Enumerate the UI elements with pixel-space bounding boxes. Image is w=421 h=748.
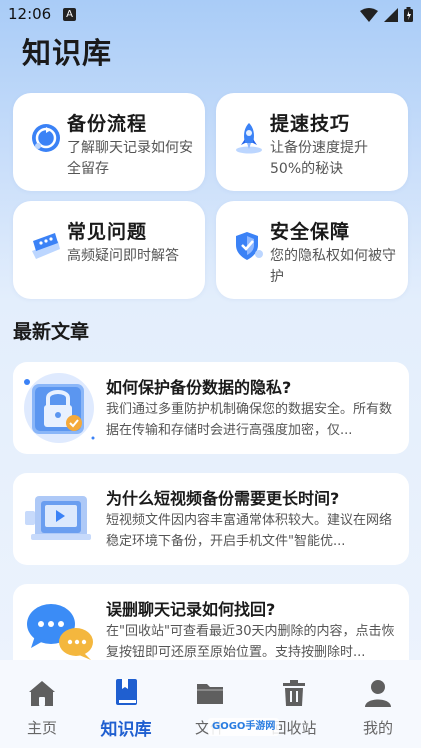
page-title: 知识库	[22, 36, 113, 70]
folder-icon	[197, 684, 223, 704]
article-title: 如何保护备份数据的隐私?	[106, 378, 292, 397]
book-icon	[116, 679, 137, 705]
tab-label: 知识库	[100, 720, 152, 740]
card-title: 常见问题	[67, 221, 148, 243]
notification-a-icon: A	[63, 8, 76, 21]
shield-icon	[236, 232, 263, 260]
card-title: 提速技巧	[270, 113, 351, 135]
card-backup-process[interactable]: 备份流程 了解聊天记录如何安全留存	[13, 93, 205, 191]
system-icons	[360, 7, 413, 22]
bottom-tab-bar: 主页 知识库 文件 回收站 我的 GOGO手游网	[0, 660, 421, 748]
tab-label: 主页	[26, 719, 57, 737]
trash-icon	[283, 680, 305, 706]
chat-bubble-icon	[32, 233, 60, 259]
tab-label: 我的	[362, 719, 393, 737]
article-description: 短视频文件因内容丰富通常体积较大。建议在网络稳定环境下备份，开启手机文件"智能优…	[106, 513, 393, 549]
status-bar: 12:06 A	[0, 0, 421, 30]
watermark-text: GOGO手游网	[212, 721, 276, 732]
battery-icon	[404, 7, 413, 22]
wifi-icon	[360, 7, 378, 22]
tab-profile[interactable]: 我的	[336, 660, 420, 748]
card-title: 备份流程	[67, 113, 148, 135]
user-icon	[365, 680, 391, 707]
chat-bubbles-icon	[27, 604, 93, 660]
article-title: 误删聊天记录如何找回?	[106, 600, 276, 619]
article-title: 为什么短视频备份需要更长时间?	[106, 489, 340, 508]
sync-icon	[32, 124, 60, 152]
card-description: 了解聊天记录如何安全留存	[67, 140, 193, 177]
card-description: 让备份速度提升50%的秘诀	[270, 140, 368, 177]
tab-home[interactable]: 主页	[0, 660, 84, 748]
cellular-signal-icon	[384, 7, 398, 22]
article-item[interactable]: 为什么短视频备份需要更长时间? 短视频文件因内容丰富通常体积较大。建议在网络稳定…	[13, 473, 409, 565]
watermark-logo: GOGO手游网	[208, 718, 280, 736]
card-title: 安全保障	[270, 221, 351, 243]
video-icon	[25, 496, 91, 540]
padlock-icon	[24, 373, 95, 443]
article-item[interactable]: 如何保护备份数据的隐私? 我们通过多重防护机制确保您的数据安全。所有数据在传输和…	[13, 362, 409, 454]
card-description: 您的隐私权如何被守护	[270, 248, 396, 285]
status-time: 12:06	[8, 5, 52, 23]
latest-articles-heading: 最新文章	[13, 321, 90, 343]
article-description: 我们通过多重防护机制确保您的数据安全。所有数据在传输和存储时会进行高强度加密，仅…	[106, 402, 393, 438]
card-description: 高频疑问即时解答	[67, 248, 179, 264]
article-description: 在"回收站"可查看最近30天内删除的内容，点击恢复按钮即可还原至原始位置。支持按…	[106, 624, 395, 660]
tab-knowledge-base[interactable]: 知识库	[84, 660, 168, 748]
home-icon	[29, 681, 55, 706]
rocket-icon	[236, 123, 262, 154]
card-speed-tips[interactable]: 提速技巧 让备份速度提升50%的秘诀	[216, 93, 408, 191]
card-faq[interactable]: 常见问题 高频疑问即时解答	[13, 201, 205, 299]
card-security[interactable]: 安全保障 您的隐私权如何被守护	[216, 201, 408, 299]
